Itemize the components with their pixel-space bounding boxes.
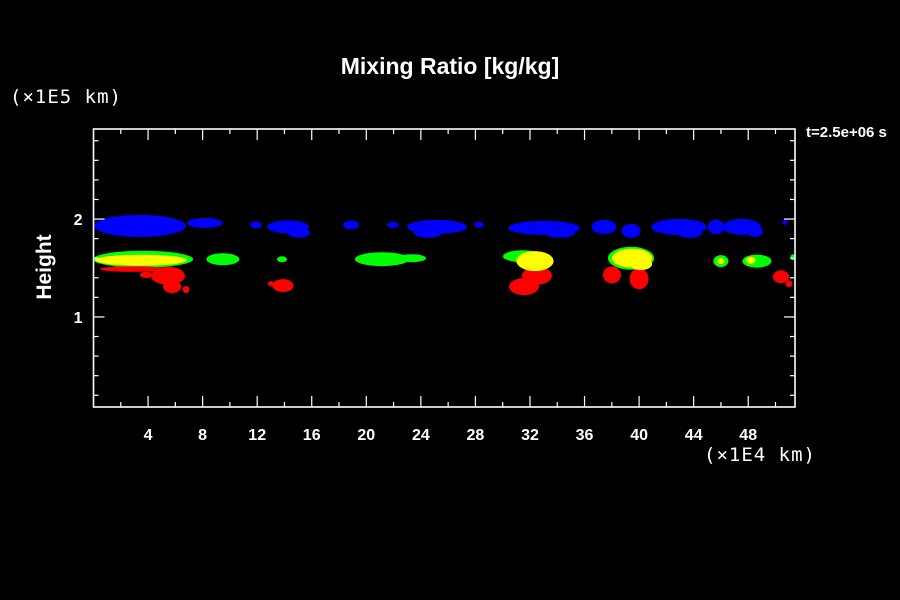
x-tick-label: 4: [144, 427, 153, 444]
x-tick-label: 44: [685, 427, 703, 444]
contour-region-red: [509, 278, 539, 295]
contour-region-blue: [414, 228, 442, 238]
contour-region-red: [786, 280, 793, 287]
contour-region-blue: [343, 220, 359, 229]
contour-region-green: [398, 254, 426, 262]
x-tick-label: 16: [303, 427, 321, 444]
plot-title: Mixing Ratio [kg/kg]: [341, 53, 560, 79]
y-axis-title: Height: [33, 234, 56, 299]
contour-region-green: [277, 256, 287, 262]
contour-region-red: [273, 279, 294, 292]
contour-region-red: [183, 286, 190, 293]
contour-region-blue: [250, 221, 262, 228]
contour-region-yellow: [630, 258, 652, 270]
contour-region-yellow: [746, 257, 755, 264]
contour-region-green: [206, 253, 239, 265]
contour-region-red: [163, 280, 181, 293]
contour-region-yellow: [95, 255, 187, 266]
contour-region-yellow: [516, 251, 553, 271]
y-tick-label: 1: [74, 310, 83, 327]
x-tick-label: 36: [576, 427, 594, 444]
contour-region-blue: [187, 218, 223, 228]
timestamp-label: t=2.5e+06 s: [806, 124, 887, 141]
x-tick-label: 40: [630, 427, 648, 444]
contour-region-blue: [288, 228, 310, 238]
x-axis-unit-label: (×1E4 km): [704, 444, 816, 466]
x-tick-label: 32: [521, 427, 539, 444]
x-tick-label: 12: [248, 427, 266, 444]
contour-region-red: [603, 266, 621, 283]
x-tick-label: 8: [198, 427, 207, 444]
contour-region-blue: [387, 222, 399, 228]
contour-region-blue: [747, 227, 763, 237]
x-tick-label: 28: [467, 427, 485, 444]
contour-region-blue: [678, 228, 702, 238]
contour-region-blue: [622, 224, 641, 238]
contour-region-red: [630, 268, 649, 289]
contour-region-yellow: [717, 258, 724, 264]
x-tick-label: 24: [412, 427, 430, 444]
contour-region-blue: [783, 219, 788, 225]
mixing-ratio-plot: 481216202428323640444812 Mixing Ratio [k…: [0, 0, 900, 600]
plot-background: [0, 0, 900, 600]
contour-region-blue: [708, 219, 724, 234]
x-tick-label: 48: [739, 427, 757, 444]
contour-region-blue: [545, 228, 575, 238]
y-tick-label: 2: [74, 212, 83, 229]
contour-region-red: [140, 272, 152, 278]
y-axis-unit-label: (×1E5 km): [10, 86, 122, 108]
contour-region-blue: [94, 215, 186, 237]
plot-window: 481216202428323640444812 Mixing Ratio [k…: [0, 0, 900, 600]
x-tick-label: 20: [357, 427, 375, 444]
contour-region-blue: [474, 222, 484, 228]
contour-region-red: [268, 281, 274, 286]
contour-region-blue: [592, 220, 617, 234]
